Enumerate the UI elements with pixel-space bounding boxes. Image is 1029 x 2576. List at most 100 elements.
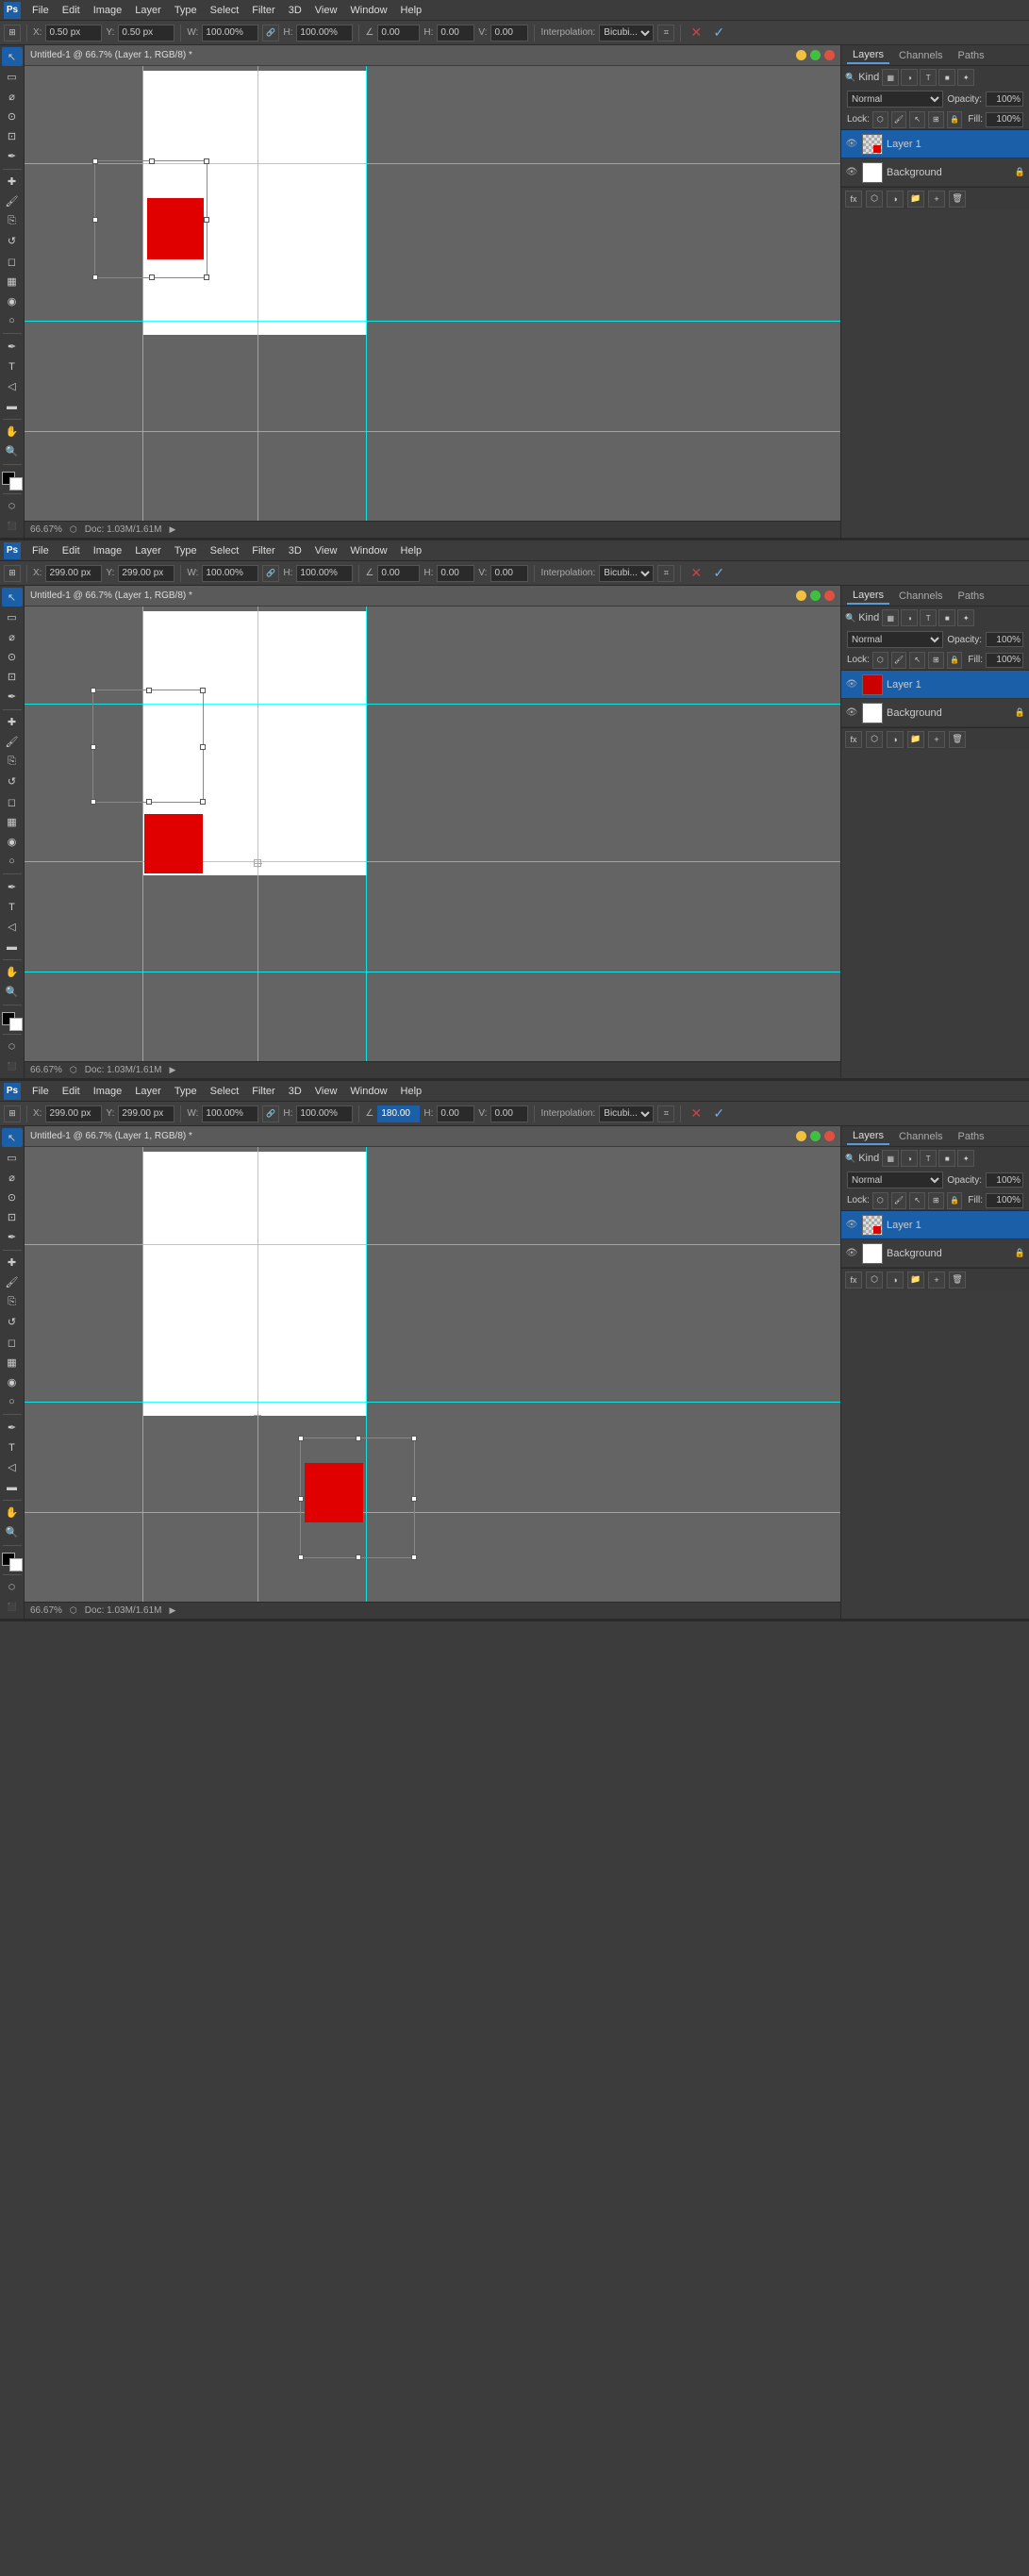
doc-maximize-2[interactable] (810, 590, 821, 601)
tool-screen-3[interactable]: ⬛ (2, 1598, 23, 1617)
opacity-input-1[interactable] (986, 91, 1023, 107)
lock-move-3[interactable]: ↖ (909, 1192, 925, 1209)
tool-lasso-3[interactable]: ⌀ (2, 1168, 23, 1187)
h-input-1[interactable] (296, 25, 353, 42)
color-squares-1[interactable] (2, 472, 23, 490)
x-input-2[interactable] (45, 565, 102, 582)
menu-layer-2[interactable]: Layer (129, 543, 167, 558)
tool-heal-3[interactable]: ✚ (2, 1254, 23, 1272)
cancel-transform-2[interactable]: ✕ (687, 564, 705, 583)
vskew-input-2[interactable] (490, 565, 528, 582)
adj-btn-3[interactable]: ◑ (887, 1271, 904, 1288)
paths-tab-1[interactable]: Paths (953, 48, 990, 63)
tool-heal-1[interactable]: ✚ (2, 173, 23, 191)
y-input-1[interactable] (118, 25, 174, 42)
tool-pen-2[interactable]: ✒ (2, 877, 23, 896)
filter-type-2[interactable]: T (920, 609, 937, 626)
new-layer-btn-2[interactable]: + (928, 731, 945, 748)
bg-color-3[interactable] (9, 1558, 23, 1571)
tool-marquee-3[interactable]: ▭ (2, 1148, 23, 1167)
layer-eye-bg-2[interactable]: 👁 (845, 706, 858, 720)
mask-btn-3[interactable]: ⬡ (866, 1271, 883, 1288)
filter-pixel-1[interactable]: ▦ (882, 69, 899, 86)
tool-crop-2[interactable]: ⊡ (2, 667, 23, 686)
menu-filter-1[interactable]: Filter (246, 3, 280, 18)
lock-all-3[interactable]: 🔒 (947, 1192, 963, 1209)
link-icon-2[interactable]: 🔗 (262, 565, 279, 582)
layer-row-layer1-1[interactable]: 👁 Layer 1 (841, 130, 1029, 158)
handle-bl-1[interactable] (92, 274, 98, 280)
opacity-input-2[interactable] (986, 632, 1023, 647)
tool-hand-2[interactable]: ✋ (2, 963, 23, 982)
tool-stamp-1[interactable]: ⎘ (2, 212, 23, 231)
tool-blur-2[interactable]: ◉ (2, 832, 23, 851)
tool-mask-2[interactable]: ⬡ (2, 1038, 23, 1056)
layer-eye-1-2[interactable]: 👁 (845, 678, 858, 691)
tool-path-1[interactable]: ◁ (2, 377, 23, 396)
menu-select-3[interactable]: Select (205, 1084, 245, 1099)
handle-bm-3[interactable] (356, 1554, 361, 1560)
blend-mode-select-3[interactable]: Normal (847, 1172, 943, 1188)
tool-history-3[interactable]: ↺ (2, 1313, 23, 1332)
new-layer-btn-1[interactable]: + (928, 191, 945, 208)
lock-move-1[interactable]: ↖ (909, 111, 925, 128)
handle-tl-3[interactable] (298, 1436, 304, 1441)
menu-image-3[interactable]: Image (88, 1084, 128, 1099)
menu-type-3[interactable]: Type (169, 1084, 203, 1099)
menu-help-1[interactable]: Help (395, 3, 428, 18)
handle-bl-3[interactable] (298, 1554, 304, 1560)
tool-history-2[interactable]: ↺ (2, 773, 23, 791)
fill-input-2[interactable] (986, 653, 1023, 668)
adj-btn-2[interactable]: ◑ (887, 731, 904, 748)
tool-crop-3[interactable]: ⊡ (2, 1207, 23, 1226)
hskew-input-1[interactable] (437, 25, 474, 42)
doc-maximize-1[interactable] (810, 50, 821, 60)
tool-blur-3[interactable]: ◉ (2, 1372, 23, 1391)
vskew-input-3[interactable] (490, 1105, 528, 1122)
tool-lasso-2[interactable]: ⌀ (2, 627, 23, 646)
tool-move-2[interactable]: ↖ (2, 588, 23, 607)
mask-btn-1[interactable]: ⬡ (866, 191, 883, 208)
menu-type-1[interactable]: Type (169, 3, 203, 18)
cancel-transform-3[interactable]: ✕ (687, 1105, 705, 1123)
layer-row-bg-1[interactable]: 👁 Background 🔒 (841, 158, 1029, 187)
layers-tab-1[interactable]: Layers (847, 47, 889, 64)
tool-gradient-1[interactable]: ▦ (2, 272, 23, 291)
menu-3d-2[interactable]: 3D (283, 543, 307, 558)
lock-transparent-3[interactable]: ⬡ (872, 1192, 888, 1209)
tool-zoom-2[interactable]: 🔍 (2, 983, 23, 1002)
tool-eyedrop-2[interactable]: ✒ (2, 688, 23, 706)
tool-path-3[interactable]: ◁ (2, 1458, 23, 1477)
menu-help-3[interactable]: Help (395, 1084, 428, 1099)
menu-file-1[interactable]: File (26, 3, 55, 18)
channels-tab-3[interactable]: Channels (893, 1129, 948, 1144)
layer-row-bg-2[interactable]: 👁 Background 🔒 (841, 699, 1029, 727)
tool-screen-2[interactable]: ⬛ (2, 1057, 23, 1076)
lock-transparent-1[interactable]: ⬡ (872, 111, 888, 128)
tool-lasso-1[interactable]: ⌀ (2, 87, 23, 106)
handle-tm-3[interactable] (356, 1436, 361, 1441)
tool-eraser-1[interactable]: ◻ (2, 252, 23, 271)
status-arrow-2[interactable]: ▶ (170, 1065, 176, 1075)
handle-br-3[interactable] (411, 1554, 417, 1560)
interpolation-select-3[interactable]: Bicubi... (599, 1105, 654, 1122)
status-arrow-3[interactable]: ▶ (170, 1605, 176, 1616)
tool-crop-1[interactable]: ⊡ (2, 126, 23, 145)
bg-color-2[interactable] (9, 1018, 23, 1031)
tool-eyedrop-1[interactable]: ✒ (2, 147, 23, 166)
tool-type-2[interactable]: T (2, 897, 23, 916)
menu-layer-3[interactable]: Layer (129, 1084, 167, 1099)
filter-adj-3[interactable]: ◑ (901, 1150, 918, 1167)
link-icon-3[interactable]: 🔗 (262, 1105, 279, 1122)
handle-bl-2[interactable] (91, 799, 96, 805)
menu-layer-1[interactable]: Layer (129, 3, 167, 18)
filter-smart-2[interactable]: ✦ (957, 609, 974, 626)
tool-history-1[interactable]: ↺ (2, 232, 23, 251)
menu-window-1[interactable]: Window (344, 3, 392, 18)
group-btn-2[interactable]: 📁 (907, 731, 924, 748)
layer-eye-1-3[interactable]: 👁 (845, 1219, 858, 1232)
tool-gradient-2[interactable]: ▦ (2, 812, 23, 831)
interpolation-select-1[interactable]: Bicubi... (599, 25, 654, 42)
vskew-input-1[interactable] (490, 25, 528, 42)
tool-brush-1[interactable]: 🖌 (2, 192, 23, 211)
